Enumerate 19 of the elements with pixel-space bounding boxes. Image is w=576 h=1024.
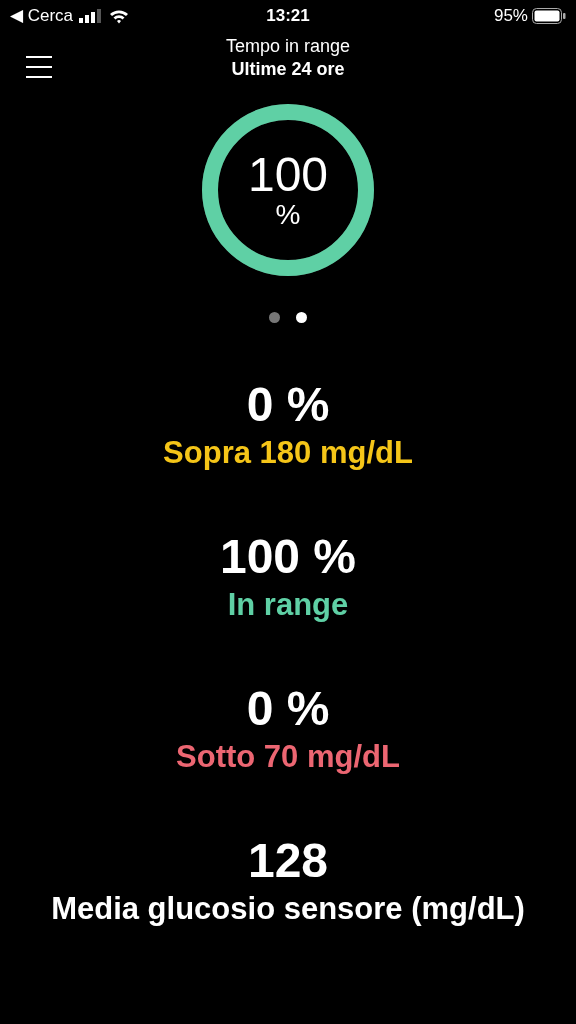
ring-unit: % [275,200,301,230]
battery-percent: 95% [493,5,528,28]
stat-label: Media glucosio sensore (mg/dL) [51,890,525,928]
ring-value: 100 [247,150,329,200]
stat-label: Sotto 70 mg/dL [176,738,400,776]
stat-value: 0 % [246,377,330,433]
clock-time: 13:21 [266,5,310,28]
page-subtitle: Ultime 24 ore [231,58,345,80]
stat-label: In range [227,586,349,624]
wifi-icon [109,8,130,24]
battery-icon [532,8,566,24]
page-title: Tempo in range [225,35,351,58]
stat-value: 0 % [246,681,330,737]
back-link[interactable]: ◀ Cerca [10,3,74,29]
menu-icon[interactable] [26,56,52,78]
stat-label: Sopra 180 mg/dL [163,434,413,472]
signal-icon [79,9,104,23]
stat-value: 128 [247,833,329,889]
stat-value: 100 % [219,529,357,585]
